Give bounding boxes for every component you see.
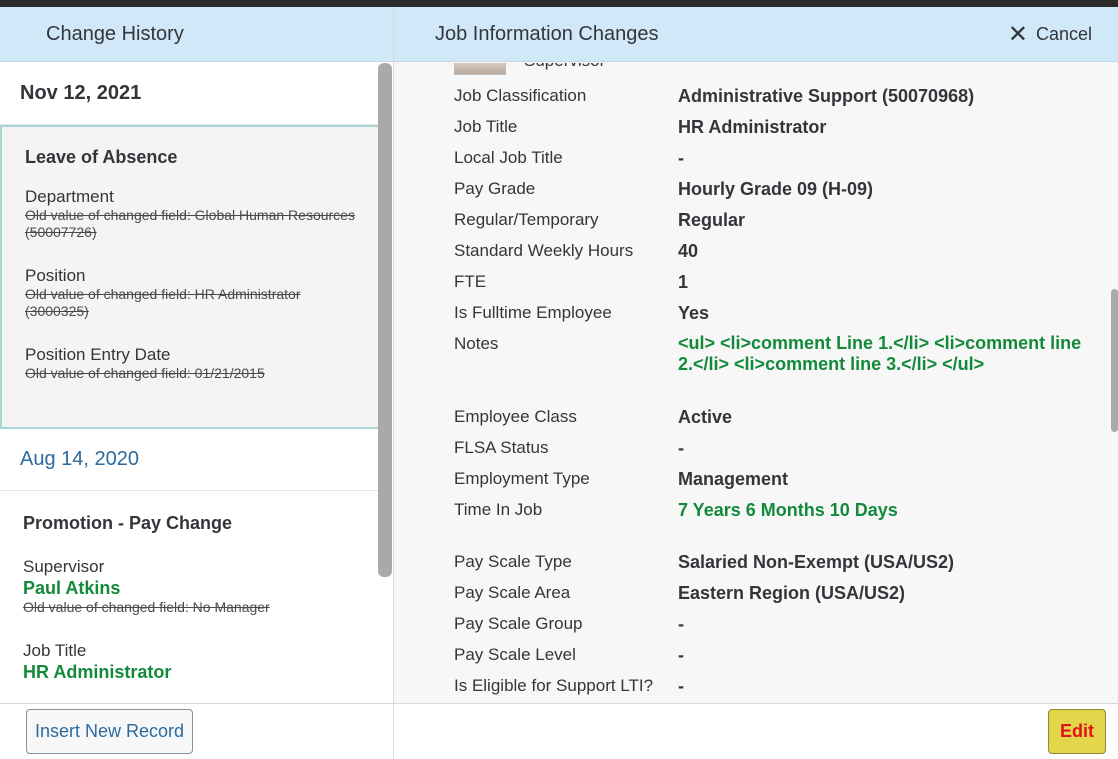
row-value: Eastern Region (USA/US2) bbox=[678, 583, 906, 603]
row-label: Regular/Temporary bbox=[454, 210, 599, 229]
row-value: Regular bbox=[678, 210, 746, 230]
row-label: Pay Grade bbox=[454, 179, 536, 198]
cancel-label: Cancel bbox=[1035, 24, 1092, 44]
new-value: Paul Atkins bbox=[23, 578, 121, 598]
row-value: Active bbox=[678, 407, 733, 427]
row-value: - bbox=[678, 645, 684, 665]
row-label: Pay Scale Type bbox=[454, 552, 572, 571]
insert-new-record-button[interactable]: Insert New Record bbox=[26, 709, 193, 754]
supervisor-label: Supervisor bbox=[524, 63, 605, 71]
row-label: Local Job Title bbox=[454, 148, 563, 167]
row-label: Pay Scale Area bbox=[454, 583, 571, 602]
old-value: Old value of changed field: 01/21/2015 bbox=[25, 365, 265, 381]
change-history-dialog: Change History Nov 12, 2021 Leave of Abs… bbox=[0, 7, 1118, 759]
row-label: Standard Weekly Hours bbox=[454, 241, 634, 260]
history-date-link[interactable]: Aug 14, 2020 bbox=[0, 429, 380, 491]
row-value: Yes bbox=[678, 303, 710, 323]
row-value: - bbox=[678, 614, 684, 634]
detail-row-notes: Notes <ul> <li>comment Line 1.</li> <li>c… bbox=[394, 333, 1106, 406]
detail-row: FTE 1 bbox=[394, 271, 1106, 302]
old-value: Old value of changed field: No Manager bbox=[23, 599, 270, 615]
left-footer: Insert New Record bbox=[0, 703, 393, 759]
row-label: Employee Class bbox=[454, 407, 577, 426]
detail-row: Pay Scale Group - bbox=[394, 613, 1106, 644]
row-label: Pay Scale Group bbox=[454, 614, 583, 633]
right-footer: Edit bbox=[394, 703, 1118, 759]
row-label: Job Classification bbox=[454, 86, 587, 105]
detail-row: Pay Scale Type Salaried Non-Exempt (USA/U… bbox=[394, 551, 1106, 582]
row-label: Is Fulltime Employee bbox=[454, 303, 612, 322]
left-scrollbar[interactable] bbox=[378, 63, 392, 577]
detail-row: Is Fulltime Employee Yes bbox=[394, 302, 1106, 333]
field-label: Department bbox=[25, 187, 114, 206]
history-list[interactable]: Nov 12, 2021 Leave of Absence Department… bbox=[0, 63, 380, 703]
row-value-changed: 7 Years 6 Months 10 Days bbox=[678, 500, 898, 520]
job-information-details[interactable]: Supervisor Job Classification Administrat… bbox=[394, 63, 1106, 703]
changed-field: Position Old value of changed field: HR … bbox=[25, 241, 355, 320]
row-label: Time In Job bbox=[454, 500, 543, 519]
row-label: Notes bbox=[454, 334, 499, 353]
field-label: Position bbox=[25, 266, 86, 285]
row-label: FTE bbox=[454, 272, 487, 291]
change-history-header: Change History bbox=[0, 7, 393, 62]
detail-row: Standard Weekly Hours 40 bbox=[394, 240, 1106, 271]
detail-row: FLSA Status - bbox=[394, 437, 1106, 468]
event-title: Promotion - Pay Change bbox=[23, 513, 233, 533]
row-value: HR Administrator bbox=[678, 117, 827, 137]
row-value: Hourly Grade 09 (H-09) bbox=[678, 179, 874, 199]
history-date-item[interactable]: Nov 12, 2021 bbox=[0, 63, 380, 125]
row-label: Pay Scale Level bbox=[454, 645, 576, 664]
row-value: Management bbox=[678, 469, 789, 489]
row-value-changed: <ul> <li>comment Line 1.</li> <li>commen… bbox=[678, 333, 1082, 374]
detail-row: Pay Scale Area Eastern Region (USA/US2) bbox=[394, 582, 1106, 613]
detail-row: Employment Type Management bbox=[394, 468, 1106, 499]
history-card[interactable]: Promotion - Pay Change Supervisor Paul A… bbox=[0, 491, 380, 683]
detail-row: Job Title HR Administrator bbox=[394, 116, 1106, 147]
row-label: Is Eligible for Support LTI? bbox=[454, 676, 654, 695]
change-history-title: Change History bbox=[46, 22, 184, 45]
row-value: 40 bbox=[678, 241, 699, 261]
row-value: - bbox=[678, 438, 684, 458]
right-scrollbar[interactable] bbox=[1111, 289, 1118, 432]
row-label: Job Title bbox=[454, 117, 518, 136]
row-value: 1 bbox=[678, 272, 689, 292]
field-label: Position Entry Date bbox=[25, 345, 171, 364]
detail-rows: Job Classification Administrative Support… bbox=[394, 85, 1106, 703]
row-value: - bbox=[678, 676, 684, 696]
supervisor-photo bbox=[454, 63, 506, 75]
old-value: Old value of changed field: Global Human… bbox=[25, 207, 355, 240]
detail-row: Regular/Temporary Regular bbox=[394, 209, 1106, 240]
changed-field: Job Title HR Administrator bbox=[23, 616, 357, 683]
job-information-title: Job Information Changes bbox=[435, 22, 659, 45]
change-history-pane: Change History Nov 12, 2021 Leave of Abs… bbox=[0, 7, 394, 759]
detail-row: Pay Grade Hourly Grade 09 (H-09) bbox=[394, 178, 1106, 209]
row-label: FLSA Status bbox=[454, 438, 549, 457]
edit-button[interactable]: Edit bbox=[1048, 709, 1106, 754]
detail-row: Local Job Title - bbox=[394, 147, 1106, 178]
event-title: Leave of Absence bbox=[25, 147, 178, 167]
old-value: Old value of changed field: HR Administr… bbox=[25, 286, 301, 319]
detail-row: Employee Class Active bbox=[394, 406, 1106, 437]
field-label: Supervisor bbox=[23, 557, 105, 576]
changed-field: Position Entry Date Old value of changed… bbox=[25, 320, 355, 382]
row-value: - bbox=[678, 148, 684, 168]
detail-row: Pay Scale Level - bbox=[394, 644, 1106, 675]
field-label: Job Title bbox=[23, 641, 87, 660]
close-icon: ✕ bbox=[1007, 20, 1028, 48]
row-value: Salaried Non-Exempt (USA/US2) bbox=[678, 552, 955, 572]
row-label: Employment Type bbox=[454, 469, 590, 488]
cancel-button[interactable]: ✕ Cancel bbox=[1008, 7, 1092, 62]
new-value: HR Administrator bbox=[23, 662, 172, 682]
changed-field: Department Old value of changed field: G… bbox=[25, 183, 355, 241]
row-value: Administrative Support (50070968) bbox=[678, 86, 975, 106]
detail-row: Is Eligible for Support LTI? - bbox=[394, 675, 1106, 703]
history-card-selected[interactable]: Leave of Absence Department Old value of… bbox=[0, 125, 380, 429]
detail-row: Job Classification Administrative Support… bbox=[394, 85, 1106, 116]
changed-field: Supervisor Paul Atkins Old value of chan… bbox=[23, 553, 357, 616]
detail-row: Time In Job 7 Years 6 Months 10 Days bbox=[394, 499, 1106, 551]
job-information-pane: Job Information Changes ✕ Cancel Supervi… bbox=[394, 7, 1118, 759]
